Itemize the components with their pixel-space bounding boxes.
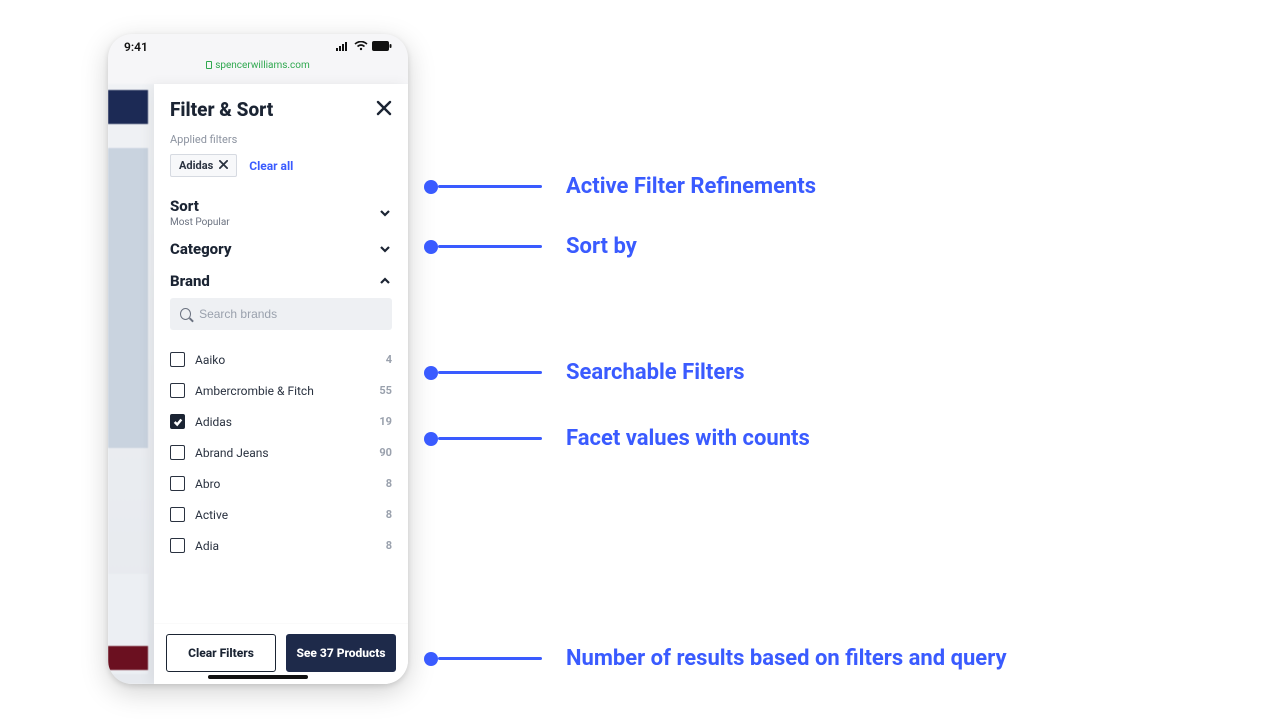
checkbox[interactable] [170, 476, 185, 491]
url-bar: spencerwilliams.com [108, 60, 408, 75]
facet-count: 90 [379, 446, 392, 459]
facet-label: Adidas [195, 415, 232, 429]
facet-count: 8 [386, 539, 392, 552]
facet-count: 8 [386, 477, 392, 490]
brand-facet-list: Aaiko 4 Ambercrombie & Fitch 55 Adidas 1… [154, 330, 408, 623]
facet-label: Aaiko [195, 353, 225, 367]
facet-row[interactable]: Active 8 [170, 499, 392, 530]
chip-remove-icon[interactable] [219, 159, 228, 172]
url-domain: spencerwilliams.com [215, 60, 310, 71]
checkbox[interactable] [170, 507, 185, 522]
checkbox-checked[interactable] [170, 414, 185, 429]
facet-row[interactable]: Aaiko 4 [170, 344, 392, 375]
search-icon [180, 308, 191, 320]
category-section: Category [154, 236, 408, 266]
facet-row[interactable]: Abro 8 [170, 468, 392, 499]
facet-count: 19 [379, 415, 392, 428]
annotation-label: Facet values with counts [566, 426, 810, 451]
annotation: Number of results based on filters and q… [424, 646, 1007, 671]
annotation: Sort by [424, 234, 637, 259]
clear-filters-button[interactable]: Clear Filters [166, 634, 276, 672]
annotation-dot-icon [424, 432, 438, 446]
annotation-dot-icon [424, 652, 438, 666]
facet-count: 4 [386, 353, 392, 366]
annotation-label: Sort by [566, 234, 637, 259]
cellular-icon [336, 40, 350, 54]
facet-row[interactable]: Adidas 19 [170, 406, 392, 437]
see-products-button[interactable]: See 37 Products [286, 634, 396, 672]
facet-label: Adia [195, 539, 219, 553]
status-bar: 9:41 [108, 34, 408, 60]
category-header[interactable]: Category [170, 240, 392, 258]
facet-label: Abrand Jeans [195, 446, 269, 460]
filter-chip[interactable]: Adidas [170, 154, 237, 177]
sort-selected: Most Popular [170, 217, 230, 228]
status-time: 9:41 [124, 40, 148, 54]
annotation-label: Number of results based on filters and q… [566, 646, 1007, 671]
panel-title: Filter & Sort [170, 98, 273, 121]
sort-header[interactable]: Sort Most Popular [170, 197, 392, 228]
annotation: Active Filter Refinements [424, 174, 816, 199]
checkbox[interactable] [170, 445, 185, 460]
wifi-icon [354, 40, 368, 54]
clear-all-link[interactable]: Clear all [249, 159, 293, 173]
facet-row[interactable]: Ambercrombie & Fitch 55 [170, 375, 392, 406]
annotation: Searchable Filters [424, 360, 745, 385]
close-icon[interactable] [376, 100, 392, 120]
sort-title: Sort [170, 197, 230, 215]
facet-label: Active [195, 508, 228, 522]
checkbox[interactable] [170, 352, 185, 367]
facet-count: 55 [379, 384, 392, 397]
chevron-down-icon [378, 206, 392, 220]
chevron-down-icon [378, 242, 392, 256]
facet-row[interactable]: Adia 8 [170, 530, 392, 561]
facet-label: Abro [195, 477, 220, 491]
annotation-dot-icon [424, 366, 438, 380]
checkbox[interactable] [170, 383, 185, 398]
annotation-line [438, 245, 542, 248]
brand-section: Brand [154, 266, 408, 290]
battery-icon [372, 40, 392, 54]
applied-filters: Applied filters Adidas Clear all [154, 127, 408, 187]
phone-frame: 9:41 spencerwilliams.com Filter & Sort A… [108, 34, 408, 684]
filter-sort-panel: Filter & Sort Applied filters Adidas Cle… [154, 84, 408, 684]
facet-count: 8 [386, 508, 392, 521]
status-icons [336, 40, 392, 54]
annotation-dot-icon [424, 180, 438, 194]
category-title: Category [170, 240, 232, 258]
sort-section: Sort Most Popular [154, 187, 408, 236]
brand-search-input[interactable] [199, 307, 382, 321]
annotation-dot-icon [424, 240, 438, 254]
annotation-line [438, 371, 542, 374]
annotation-line [438, 437, 542, 440]
annotation-line [438, 185, 542, 188]
brand-search[interactable] [170, 298, 392, 330]
lock-icon [206, 61, 212, 69]
home-indicator [208, 675, 308, 679]
checkbox[interactable] [170, 538, 185, 553]
annotation-label: Active Filter Refinements [566, 174, 816, 199]
annotation-line [438, 657, 542, 660]
annotation-label: Searchable Filters [566, 360, 745, 385]
brand-header[interactable]: Brand [170, 272, 392, 290]
applied-filters-label: Applied filters [170, 133, 392, 146]
filter-chip-label: Adidas [179, 159, 213, 172]
facet-row[interactable]: Abrand Jeans 90 [170, 437, 392, 468]
facet-label: Ambercrombie & Fitch [195, 384, 314, 398]
annotation: Facet values with counts [424, 426, 810, 451]
chevron-up-icon [378, 274, 392, 288]
brand-title: Brand [170, 272, 210, 290]
